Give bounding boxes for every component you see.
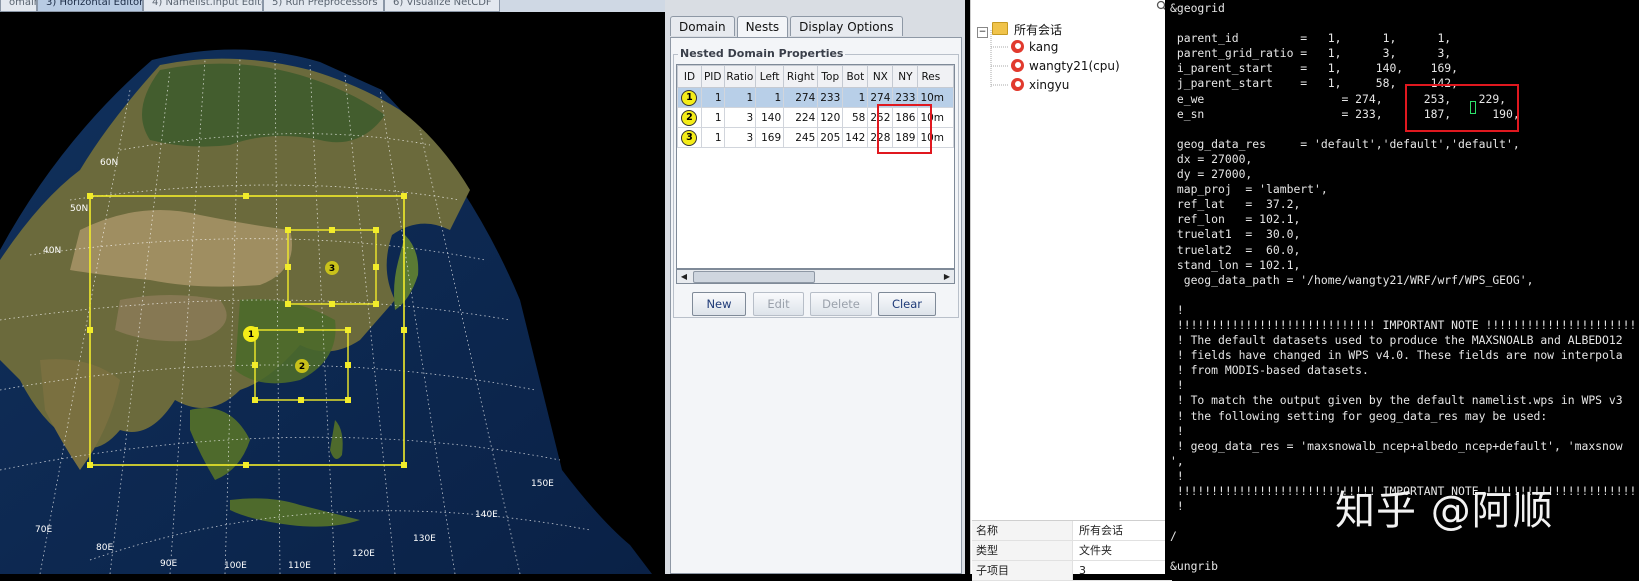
clear-button[interactable]: Clear: [878, 292, 936, 316]
table-cell: 205: [817, 127, 844, 148]
row-id-badge: 2: [681, 109, 698, 126]
lon-label-120e: 120E: [352, 549, 375, 559]
zhihu-watermark: 知乎 @阿顺: [1335, 488, 1554, 534]
table-cell: 274: [783, 87, 819, 108]
table-cell: 58: [842, 107, 869, 128]
session-tree-panel: − 所有会话 kang wangty21(cpu) xingyu: [970, 0, 1165, 574]
table-cell: 233: [817, 87, 844, 108]
tab-visualize-netcdf[interactable]: 6) Visualize NetCDF: [384, 0, 500, 12]
nested-domain-properties-title: Nested Domain Properties: [678, 47, 846, 60]
map-canvas[interactable]: 60N 50N 40N 70E 80E 90E 100E 110E 120E 1…: [0, 12, 665, 574]
table-cell: 1: [700, 107, 725, 128]
table-cell: 140: [755, 107, 785, 128]
land-tibet: [115, 295, 227, 342]
properties-grid: 名称 所有会话 类型 文件夹 子项目 3: [972, 520, 1172, 581]
table-cell: 1: [723, 87, 757, 108]
table-cell: 142: [842, 127, 869, 148]
property-row: 类型 文件夹: [972, 541, 1172, 561]
tab-namelist-input-editor[interactable]: 4) Namelist.input Editor: [143, 0, 263, 12]
table-cell: 224: [783, 107, 819, 128]
top-tab-bar: omain 3) Horizontal Editor 4) Namelist.i…: [0, 0, 665, 12]
highlight-e-we-e-sn-box: [1405, 84, 1519, 132]
new-button[interactable]: New: [692, 292, 746, 316]
edit-button[interactable]: Edit: [753, 292, 804, 316]
lat-label-40n: 40N: [43, 246, 61, 256]
map-editor-panel[interactable]: omain 3) Horizontal Editor 4) Namelist.i…: [0, 0, 665, 574]
nest-subtab-bar: Domain Nests Display Options: [670, 16, 905, 38]
delete-button[interactable]: Delete: [810, 292, 872, 316]
lon-label-150e: 150E: [531, 479, 554, 489]
tab-run-preprocessors[interactable]: 5) Run Preprocessors: [263, 0, 384, 12]
property-value: 文件夹: [1079, 544, 1112, 557]
tree-lines: [990, 30, 1009, 87]
table-cell: 1: [700, 87, 725, 108]
row-id-badge: 1: [681, 89, 698, 106]
lon-label-110e: 110E: [288, 561, 311, 571]
tree-item-label: xingyu: [1029, 78, 1070, 92]
property-row: 名称 所有会话: [972, 521, 1172, 541]
property-key: 子项目: [972, 561, 1073, 580]
property-key: 名称: [972, 521, 1073, 540]
col-header-ratio[interactable]: Ratio: [723, 65, 757, 88]
tree-item-label: wangty21(cpu): [1029, 59, 1120, 73]
col-header-left[interactable]: Left: [755, 65, 785, 88]
scroll-left-icon[interactable]: ◀: [677, 270, 691, 283]
table-horizontal-scrollbar[interactable]: ◀ ▶: [676, 269, 955, 284]
tree-item-session[interactable]: wangty21(cpu): [1011, 59, 1120, 73]
lon-label-140e: 140E: [475, 510, 498, 520]
col-header-pid[interactable]: PID: [700, 65, 725, 88]
col-header-top[interactable]: Top: [817, 65, 844, 88]
highlight-nx-ny-box: [877, 104, 932, 154]
table-cell: 120: [817, 107, 844, 128]
table-cell: 169: [755, 127, 785, 148]
domain-1-marker-label: 1: [248, 330, 254, 340]
col-header-id[interactable]: ID: [677, 65, 702, 88]
lon-label-130e: 130E: [413, 534, 436, 544]
scrollbar-thumb[interactable]: [693, 271, 815, 283]
table-cell: 3: [723, 127, 757, 148]
table-cell: 1: [842, 87, 869, 108]
lon-label-90e: 90E: [160, 559, 177, 569]
property-key: 类型: [972, 541, 1073, 560]
col-header-bot[interactable]: Bot: [842, 65, 869, 88]
col-header-nx[interactable]: NX: [867, 65, 894, 88]
tab-domain[interactable]: omain: [0, 0, 37, 12]
nest-table[interactable]: ID PID Ratio Left Right Top Bot NX NY Re…: [676, 64, 955, 269]
col-header-ny[interactable]: NY: [892, 65, 919, 88]
terminal-cursor: [1470, 101, 1476, 114]
lon-label-100e: 100E: [224, 561, 247, 571]
lon-label-70e: 70E: [35, 525, 52, 535]
table-cell: 1: [700, 127, 725, 148]
domain-3-marker-label: 3: [329, 264, 335, 274]
lon-label-80e: 80E: [96, 543, 113, 553]
tree-item-label: kang: [1029, 40, 1059, 54]
scroll-right-icon[interactable]: ▶: [940, 270, 954, 283]
domain-2-marker-label: 2: [299, 362, 305, 372]
subtab-domain[interactable]: Domain: [670, 16, 735, 36]
col-header-res[interactable]: Res: [917, 65, 954, 88]
property-row: 子项目 3: [972, 561, 1172, 581]
table-cell: 1: [755, 87, 785, 108]
table-cell: 3: [723, 107, 757, 128]
nest-table-header: ID PID Ratio Left Right Top Bot NX NY Re…: [677, 65, 954, 88]
lat-label-50n: 50N: [70, 204, 88, 214]
row-id-badge: 3: [681, 129, 698, 146]
property-value: 3: [1079, 564, 1086, 577]
col-header-right[interactable]: Right: [783, 65, 819, 88]
property-value: 所有会话: [1079, 524, 1123, 537]
subtab-nests[interactable]: Nests: [736, 16, 789, 38]
tab-horizontal-editor[interactable]: 3) Horizontal Editor: [37, 0, 143, 12]
subtab-display-options[interactable]: Display Options: [790, 16, 903, 36]
tree-root-label: 所有会话: [1014, 23, 1063, 37]
table-cell: 245: [783, 127, 819, 148]
lat-label-60n: 60N: [100, 158, 118, 168]
